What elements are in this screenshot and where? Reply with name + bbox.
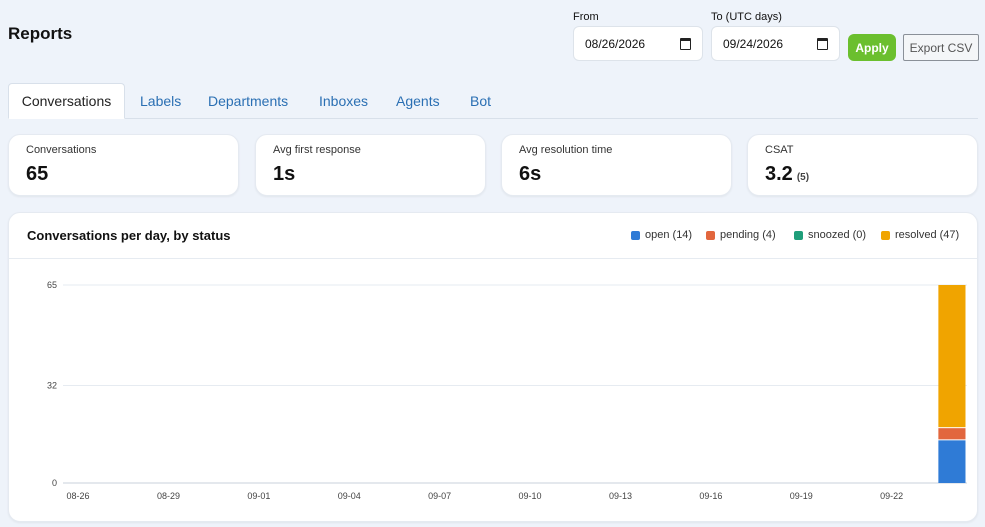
- calendar-icon[interactable]: [817, 38, 828, 50]
- tab-conversations[interactable]: Conversations: [8, 83, 125, 119]
- tab-bot[interactable]: Bot: [470, 83, 491, 119]
- y-tick-label: 0: [52, 478, 57, 488]
- stat-value: 3.2 (5): [765, 163, 810, 185]
- stat-card-conversations: Conversations 65: [8, 134, 239, 196]
- from-date-value: 08/26/2026: [585, 36, 646, 51]
- bar-segment-resolved: [938, 285, 966, 428]
- stat-label: Conversations: [26, 144, 97, 156]
- csat-count: (5): [796, 172, 810, 183]
- to-date-value: 09/24/2026: [723, 36, 784, 51]
- x-tick-label: 09-07: [428, 491, 451, 501]
- x-tick-label: 09-01: [247, 491, 270, 501]
- stat-value: 1s: [273, 163, 296, 185]
- stat-card-avg-resolution-time: Avg resolution time 6s: [501, 134, 732, 196]
- stat-value: 6s: [519, 163, 542, 185]
- tab-departments[interactable]: Departments: [208, 83, 288, 119]
- to-date-input[interactable]: 09/24/2026: [711, 26, 840, 61]
- export-csv-button[interactable]: Export CSV: [903, 34, 979, 61]
- bar-segment-open: [938, 440, 966, 483]
- stat-card-csat: CSAT 3.2 (5): [747, 134, 978, 196]
- stat-label: Avg first response: [273, 144, 361, 156]
- tab-inboxes[interactable]: Inboxes: [319, 83, 368, 119]
- stat-card-avg-first-response: Avg first response 1s: [255, 134, 486, 196]
- x-tick-label: 09-04: [338, 491, 361, 501]
- x-tick-label: 09-10: [519, 491, 542, 501]
- stat-label: CSAT: [765, 144, 794, 156]
- x-tick-label: 08-29: [157, 491, 180, 501]
- stat-label: Avg resolution time: [519, 144, 613, 156]
- tab-agents[interactable]: Agents: [396, 83, 440, 119]
- from-date-input[interactable]: 08/26/2026: [573, 26, 703, 61]
- x-tick-label: 08-26: [67, 491, 90, 501]
- y-tick-label: 32: [47, 381, 57, 391]
- x-tick-label: 09-19: [790, 491, 813, 501]
- page-title: Reports: [8, 24, 73, 43]
- bar-segment-pending: [938, 428, 966, 440]
- stat-value: 65: [26, 163, 49, 185]
- from-label: From: [573, 11, 599, 23]
- y-tick-label: 65: [47, 280, 57, 290]
- to-label: To (UTC days): [711, 11, 782, 23]
- stacked-bar-chart: 65 32 0 08-26 08-29 09-01 09-04 09-07 09-10 09-13…: [47, 280, 967, 501]
- tab-labels[interactable]: Labels: [140, 83, 181, 119]
- chart-card: Conversations per day, by status open (1…: [8, 212, 978, 522]
- apply-button[interactable]: Apply: [848, 34, 896, 61]
- x-tick-label: 09-16: [699, 491, 722, 501]
- x-tick-label: 09-13: [609, 491, 632, 501]
- calendar-icon[interactable]: [680, 38, 691, 50]
- x-tick-label: 09-22: [880, 491, 903, 501]
